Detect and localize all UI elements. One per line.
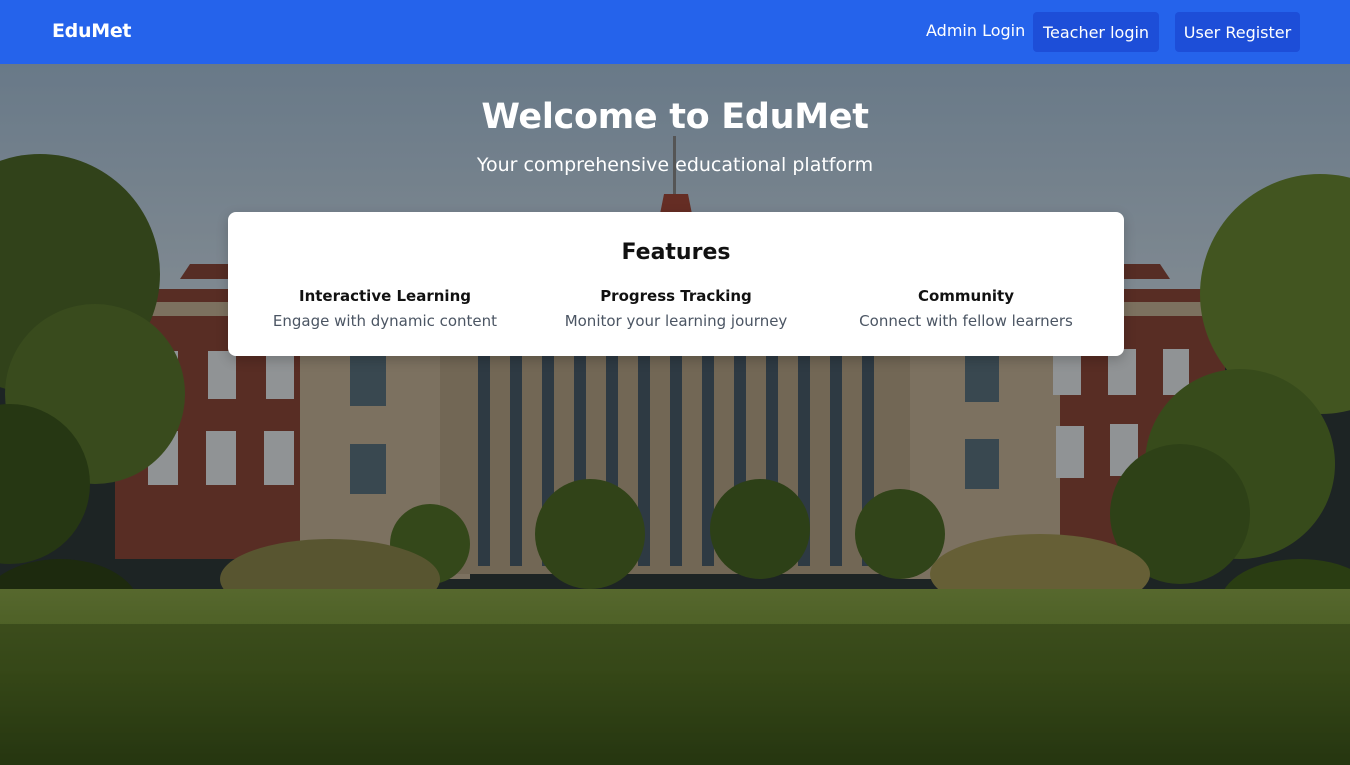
brand-logo[interactable]: EduMet xyxy=(52,20,131,42)
feature-title: Community xyxy=(917,287,1015,305)
feature-description: Connect with fellow learners xyxy=(859,312,1073,330)
feature-title: Interactive Learning xyxy=(299,287,471,305)
navbar: EduMet Admin Login Teacher login User Re… xyxy=(0,0,1350,64)
feature-community: Community Connect with fellow learners xyxy=(821,287,1111,330)
feature-description: Engage with dynamic content xyxy=(272,312,498,330)
features-card: Features Interactive Learning Engage wit… xyxy=(228,212,1124,356)
user-register-button[interactable]: User Register xyxy=(1175,12,1300,52)
features-heading: Features xyxy=(621,240,731,265)
teacher-login-button[interactable]: Teacher login xyxy=(1033,12,1159,52)
feature-title: Progress Tracking xyxy=(600,287,752,305)
feature-progress-tracking: Progress Tracking Monitor your learning … xyxy=(531,287,821,330)
feature-interactive-learning: Interactive Learning Engage with dynamic… xyxy=(240,287,530,330)
admin-login-link[interactable]: Admin Login xyxy=(926,21,1025,40)
hero-subtitle: Your comprehensive educational platform xyxy=(476,154,874,176)
feature-description: Monitor your learning journey xyxy=(564,312,788,330)
hero-title: Welcome to EduMet xyxy=(481,97,869,137)
